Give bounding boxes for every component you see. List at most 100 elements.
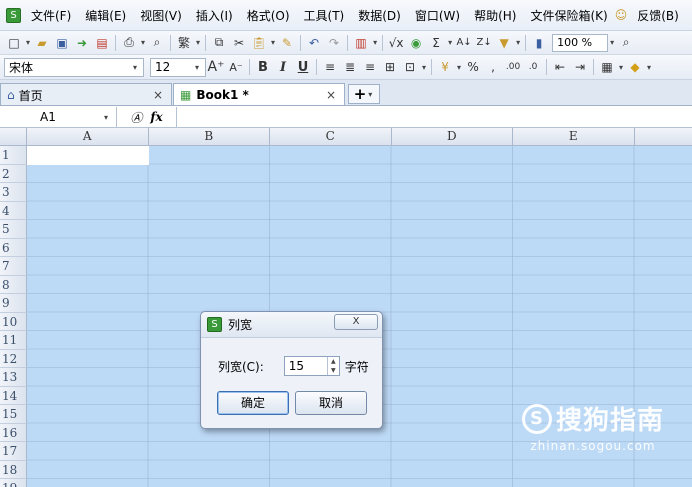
close-icon[interactable]: × bbox=[326, 88, 336, 102]
currency-dropdown-icon[interactable]: ▾ bbox=[457, 63, 461, 72]
menu-item[interactable]: 窗口(W) bbox=[408, 7, 467, 24]
decrease-decimal-icon[interactable]: .0 bbox=[524, 58, 542, 76]
zoom-field[interactable]: 100 % bbox=[552, 33, 609, 52]
name-box[interactable]: A1 ▾ bbox=[0, 107, 117, 127]
paste-dropdown-icon[interactable]: ▾ bbox=[271, 38, 275, 47]
formula-input[interactable] bbox=[177, 107, 692, 127]
font-size-select[interactable]: 12 ▾ bbox=[150, 57, 206, 77]
filter-icon[interactable]: ▼ bbox=[495, 34, 513, 52]
width-spinner[interactable]: 15 ▲ ▼ bbox=[283, 356, 340, 376]
fill-color-icon[interactable]: ◆ bbox=[626, 58, 644, 76]
increase-decimal-icon[interactable]: .00 bbox=[504, 58, 522, 76]
row-header[interactable]: 11 bbox=[0, 331, 27, 350]
menu-item[interactable]: 视图(V) bbox=[133, 7, 189, 24]
menu-item[interactable]: 帮助(H) bbox=[467, 7, 523, 24]
row-header[interactable]: 10 bbox=[0, 312, 27, 331]
row-header[interactable]: 6 bbox=[0, 238, 27, 257]
function-wizard-icon[interactable]: ◉ bbox=[407, 34, 425, 52]
merge-center-icon[interactable]: ⊡ bbox=[401, 58, 419, 76]
row-header[interactable]: 19 bbox=[0, 479, 27, 487]
active-cell-a1[interactable] bbox=[27, 146, 149, 165]
autosum-icon[interactable]: Σ bbox=[427, 34, 445, 52]
percent-icon[interactable]: % bbox=[464, 58, 482, 76]
app-icon[interactable]: S bbox=[6, 7, 21, 23]
row-header[interactable]: 15 bbox=[0, 405, 27, 424]
align-right-icon[interactable]: ≡ bbox=[361, 58, 379, 76]
print-dropdown-icon[interactable]: ▾ bbox=[141, 38, 145, 47]
spinner-arrows[interactable]: ▲ ▼ bbox=[326, 357, 339, 375]
ok-button[interactable]: 确定 bbox=[217, 391, 289, 415]
undo-icon[interactable]: ↶ bbox=[305, 34, 323, 52]
row-insert-dropdown-icon[interactable]: ▾ bbox=[373, 38, 377, 47]
new-document-icon[interactable]: □ bbox=[5, 34, 23, 52]
find-icon[interactable]: ⌕ bbox=[617, 34, 635, 52]
new-dropdown-icon[interactable]: ▾ bbox=[26, 38, 30, 47]
paste-icon[interactable]: 📋︎ bbox=[250, 34, 268, 52]
menu-item[interactable]: 工具(T) bbox=[297, 7, 352, 24]
bold-button[interactable]: B bbox=[254, 58, 272, 76]
column-header[interactable]: C bbox=[270, 128, 392, 146]
underline-button[interactable]: U bbox=[294, 58, 312, 76]
close-icon[interactable]: × bbox=[153, 88, 163, 102]
borders-dropdown-icon[interactable]: ▾ bbox=[619, 63, 623, 72]
column-header[interactable]: E bbox=[513, 128, 635, 146]
decrease-indent-icon[interactable]: ⇤ bbox=[551, 58, 569, 76]
merge-cells-icon[interactable]: ⊞ bbox=[381, 58, 399, 76]
spellcheck-icon[interactable]: 繁 bbox=[175, 34, 193, 52]
zoom-dropdown-icon[interactable]: ▾ bbox=[610, 38, 614, 47]
menu-item[interactable]: 文件(F) bbox=[27, 7, 78, 24]
filter-dropdown-icon[interactable]: ▾ bbox=[516, 38, 520, 47]
pdf-icon[interactable]: ▤ bbox=[93, 34, 111, 52]
menu-item[interactable]: 数据(D) bbox=[351, 7, 408, 24]
new-tab-button[interactable]: + ▾ bbox=[348, 84, 380, 104]
thousands-icon[interactable]: , bbox=[484, 58, 502, 76]
redo-icon[interactable]: ↷ bbox=[325, 34, 343, 52]
row-header[interactable]: 14 bbox=[0, 386, 27, 405]
chart-icon[interactable]: ▮ bbox=[530, 34, 548, 52]
currency-icon[interactable]: ¥ bbox=[436, 58, 454, 76]
menu-item[interactable]: 插入(I) bbox=[189, 7, 240, 24]
row-header[interactable]: 9 bbox=[0, 294, 27, 313]
row-header[interactable]: 4 bbox=[0, 201, 27, 220]
row-insert-icon[interactable]: ▥ bbox=[352, 34, 370, 52]
borders-icon[interactable]: ▦ bbox=[598, 58, 616, 76]
row-header[interactable]: 18 bbox=[0, 460, 27, 479]
merge-dropdown-icon[interactable]: ▾ bbox=[422, 63, 426, 72]
print-preview-icon[interactable]: ⌕ bbox=[148, 34, 166, 52]
menu-item[interactable]: 文件保险箱(K) bbox=[523, 7, 614, 24]
row-header[interactable]: 8 bbox=[0, 275, 27, 294]
row-header[interactable]: 17 bbox=[0, 442, 27, 461]
cut-icon[interactable]: ✂ bbox=[230, 34, 248, 52]
decrease-font-icon[interactable]: A⁻ bbox=[227, 58, 245, 76]
tab-home[interactable]: ⌂ 首页 × bbox=[0, 83, 172, 105]
align-center-icon[interactable]: ≣ bbox=[341, 58, 359, 76]
row-header[interactable]: 13 bbox=[0, 368, 27, 387]
arrow-down-icon[interactable]: ▼ bbox=[328, 366, 339, 375]
increase-font-icon[interactable]: A⁺ bbox=[207, 58, 225, 76]
sort-ascending-icon[interactable]: A↓ bbox=[455, 34, 473, 52]
column-header[interactable]: D bbox=[391, 128, 513, 146]
sort-descending-icon[interactable]: Z↓ bbox=[475, 34, 493, 52]
spellcheck-dropdown-icon[interactable]: ▾ bbox=[196, 38, 200, 47]
menu-item[interactable]: 编辑(E) bbox=[78, 7, 133, 24]
open-folder-icon[interactable]: ▰ bbox=[33, 34, 51, 52]
autosum-dropdown-icon[interactable]: ▾ bbox=[448, 38, 452, 47]
row-header[interactable]: 12 bbox=[0, 349, 27, 368]
font-name-select[interactable]: 宋体 ▾ bbox=[4, 57, 144, 77]
column-header[interactable]: B bbox=[148, 128, 270, 146]
save-icon[interactable]: ▣ bbox=[53, 34, 71, 52]
increase-indent-icon[interactable]: ⇥ bbox=[571, 58, 589, 76]
browse-icon[interactable]: Ⓐ bbox=[130, 109, 142, 126]
row-header[interactable]: 7 bbox=[0, 257, 27, 276]
italic-button[interactable]: I bbox=[274, 58, 292, 76]
print-icon[interactable]: ⎙ bbox=[120, 34, 138, 52]
fill-color-dropdown-icon[interactable]: ▾ bbox=[647, 63, 651, 72]
copy-icon[interactable]: ⧉ bbox=[210, 34, 228, 52]
row-header[interactable]: 2 bbox=[0, 164, 27, 183]
format-painter-icon[interactable]: ✎ bbox=[278, 34, 296, 52]
row-header[interactable]: 3 bbox=[0, 183, 27, 202]
select-all-corner[interactable] bbox=[0, 128, 27, 146]
column-header[interactable] bbox=[634, 128, 692, 146]
row-header[interactable]: 16 bbox=[0, 423, 27, 442]
menu-item[interactable]: 反馈(B) bbox=[630, 7, 686, 24]
